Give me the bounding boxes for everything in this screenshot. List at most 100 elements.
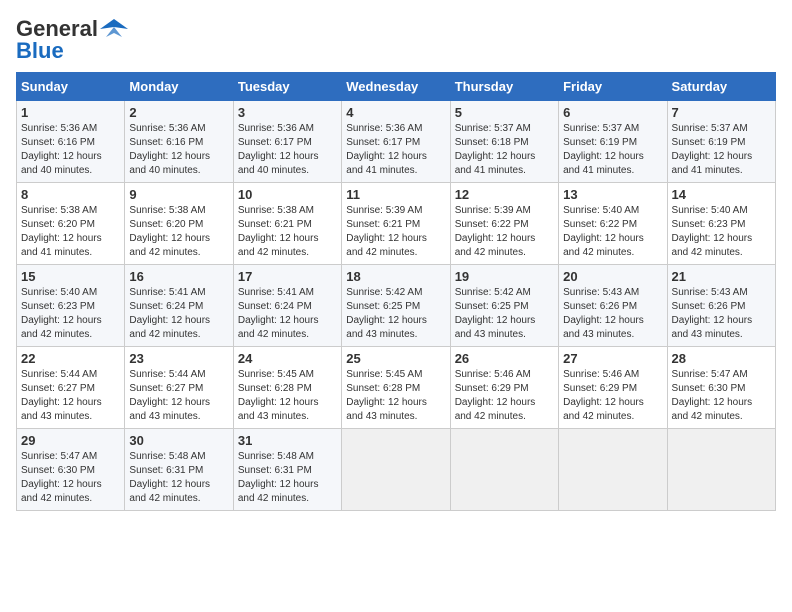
calendar-table: SundayMondayTuesdayWednesdayThursdayFrid… <box>16 72 776 511</box>
page-header: General Blue <box>16 16 776 64</box>
calendar-cell: 1 Sunrise: 5:36 AM Sunset: 6:16 PM Dayli… <box>17 101 125 183</box>
calendar-cell: 20 Sunrise: 5:43 AM Sunset: 6:26 PM Dayl… <box>559 265 667 347</box>
day-info: Sunrise: 5:46 AM Sunset: 6:29 PM Dayligh… <box>563 368 662 424</box>
day-number: 5 <box>455 105 554 120</box>
day-info: Sunrise: 5:39 AM Sunset: 6:21 PM Dayligh… <box>346 204 445 260</box>
day-info: Sunrise: 5:42 AM Sunset: 6:25 PM Dayligh… <box>455 286 554 342</box>
day-number: 12 <box>455 187 554 202</box>
day-number: 21 <box>672 269 771 284</box>
calendar-week-row: 22 Sunrise: 5:44 AM Sunset: 6:27 PM Dayl… <box>17 347 776 429</box>
day-number: 9 <box>129 187 228 202</box>
day-number: 19 <box>455 269 554 284</box>
calendar-cell: 31 Sunrise: 5:48 AM Sunset: 6:31 PM Dayl… <box>233 429 341 511</box>
day-number: 27 <box>563 351 662 366</box>
day-number: 29 <box>21 433 120 448</box>
day-info: Sunrise: 5:38 AM Sunset: 6:20 PM Dayligh… <box>21 204 120 260</box>
calendar-cell: 16 Sunrise: 5:41 AM Sunset: 6:24 PM Dayl… <box>125 265 233 347</box>
calendar-cell: 18 Sunrise: 5:42 AM Sunset: 6:25 PM Dayl… <box>342 265 450 347</box>
day-info: Sunrise: 5:39 AM Sunset: 6:22 PM Dayligh… <box>455 204 554 260</box>
day-number: 23 <box>129 351 228 366</box>
day-number: 3 <box>238 105 337 120</box>
calendar-cell: 30 Sunrise: 5:48 AM Sunset: 6:31 PM Dayl… <box>125 429 233 511</box>
day-info: Sunrise: 5:42 AM Sunset: 6:25 PM Dayligh… <box>346 286 445 342</box>
calendar-cell <box>450 429 558 511</box>
calendar-cell: 28 Sunrise: 5:47 AM Sunset: 6:30 PM Dayl… <box>667 347 775 429</box>
calendar-cell: 12 Sunrise: 5:39 AM Sunset: 6:22 PM Dayl… <box>450 183 558 265</box>
day-info: Sunrise: 5:47 AM Sunset: 6:30 PM Dayligh… <box>672 368 771 424</box>
day-number: 22 <box>21 351 120 366</box>
calendar-week-row: 15 Sunrise: 5:40 AM Sunset: 6:23 PM Dayl… <box>17 265 776 347</box>
day-info: Sunrise: 5:36 AM Sunset: 6:17 PM Dayligh… <box>346 122 445 178</box>
calendar-cell: 26 Sunrise: 5:46 AM Sunset: 6:29 PM Dayl… <box>450 347 558 429</box>
calendar-cell: 5 Sunrise: 5:37 AM Sunset: 6:18 PM Dayli… <box>450 101 558 183</box>
column-header-monday: Monday <box>125 73 233 101</box>
calendar-cell: 10 Sunrise: 5:38 AM Sunset: 6:21 PM Dayl… <box>233 183 341 265</box>
calendar-body: 1 Sunrise: 5:36 AM Sunset: 6:16 PM Dayli… <box>17 101 776 511</box>
day-number: 15 <box>21 269 120 284</box>
day-info: Sunrise: 5:40 AM Sunset: 6:22 PM Dayligh… <box>563 204 662 260</box>
calendar-week-row: 8 Sunrise: 5:38 AM Sunset: 6:20 PM Dayli… <box>17 183 776 265</box>
calendar-week-row: 29 Sunrise: 5:47 AM Sunset: 6:30 PM Dayl… <box>17 429 776 511</box>
day-number: 30 <box>129 433 228 448</box>
calendar-cell: 27 Sunrise: 5:46 AM Sunset: 6:29 PM Dayl… <box>559 347 667 429</box>
column-header-sunday: Sunday <box>17 73 125 101</box>
day-number: 16 <box>129 269 228 284</box>
calendar-cell: 6 Sunrise: 5:37 AM Sunset: 6:19 PM Dayli… <box>559 101 667 183</box>
day-number: 4 <box>346 105 445 120</box>
day-info: Sunrise: 5:45 AM Sunset: 6:28 PM Dayligh… <box>238 368 337 424</box>
logo-bird-icon <box>100 17 128 41</box>
calendar-cell: 7 Sunrise: 5:37 AM Sunset: 6:19 PM Dayli… <box>667 101 775 183</box>
column-header-saturday: Saturday <box>667 73 775 101</box>
day-number: 1 <box>21 105 120 120</box>
day-info: Sunrise: 5:41 AM Sunset: 6:24 PM Dayligh… <box>129 286 228 342</box>
day-info: Sunrise: 5:36 AM Sunset: 6:17 PM Dayligh… <box>238 122 337 178</box>
day-info: Sunrise: 5:44 AM Sunset: 6:27 PM Dayligh… <box>129 368 228 424</box>
day-number: 8 <box>21 187 120 202</box>
calendar-cell: 23 Sunrise: 5:44 AM Sunset: 6:27 PM Dayl… <box>125 347 233 429</box>
day-info: Sunrise: 5:45 AM Sunset: 6:28 PM Dayligh… <box>346 368 445 424</box>
column-header-tuesday: Tuesday <box>233 73 341 101</box>
day-info: Sunrise: 5:40 AM Sunset: 6:23 PM Dayligh… <box>672 204 771 260</box>
calendar-header-row: SundayMondayTuesdayWednesdayThursdayFrid… <box>17 73 776 101</box>
day-number: 20 <box>563 269 662 284</box>
calendar-cell: 9 Sunrise: 5:38 AM Sunset: 6:20 PM Dayli… <box>125 183 233 265</box>
calendar-cell: 21 Sunrise: 5:43 AM Sunset: 6:26 PM Dayl… <box>667 265 775 347</box>
day-number: 25 <box>346 351 445 366</box>
day-number: 18 <box>346 269 445 284</box>
calendar-cell <box>559 429 667 511</box>
column-header-thursday: Thursday <box>450 73 558 101</box>
logo-blue: Blue <box>16 38 64 64</box>
day-info: Sunrise: 5:37 AM Sunset: 6:19 PM Dayligh… <box>672 122 771 178</box>
day-info: Sunrise: 5:48 AM Sunset: 6:31 PM Dayligh… <box>238 450 337 506</box>
calendar-cell: 15 Sunrise: 5:40 AM Sunset: 6:23 PM Dayl… <box>17 265 125 347</box>
calendar-cell <box>667 429 775 511</box>
day-number: 11 <box>346 187 445 202</box>
day-number: 14 <box>672 187 771 202</box>
day-info: Sunrise: 5:47 AM Sunset: 6:30 PM Dayligh… <box>21 450 120 506</box>
day-number: 2 <box>129 105 228 120</box>
day-info: Sunrise: 5:43 AM Sunset: 6:26 PM Dayligh… <box>672 286 771 342</box>
day-number: 10 <box>238 187 337 202</box>
day-info: Sunrise: 5:48 AM Sunset: 6:31 PM Dayligh… <box>129 450 228 506</box>
calendar-cell: 29 Sunrise: 5:47 AM Sunset: 6:30 PM Dayl… <box>17 429 125 511</box>
calendar-cell: 24 Sunrise: 5:45 AM Sunset: 6:28 PM Dayl… <box>233 347 341 429</box>
calendar-week-row: 1 Sunrise: 5:36 AM Sunset: 6:16 PM Dayli… <box>17 101 776 183</box>
day-number: 28 <box>672 351 771 366</box>
day-number: 6 <box>563 105 662 120</box>
day-number: 31 <box>238 433 337 448</box>
day-info: Sunrise: 5:36 AM Sunset: 6:16 PM Dayligh… <box>129 122 228 178</box>
day-number: 24 <box>238 351 337 366</box>
column-header-wednesday: Wednesday <box>342 73 450 101</box>
day-number: 7 <box>672 105 771 120</box>
calendar-cell: 11 Sunrise: 5:39 AM Sunset: 6:21 PM Dayl… <box>342 183 450 265</box>
day-info: Sunrise: 5:38 AM Sunset: 6:20 PM Dayligh… <box>129 204 228 260</box>
day-number: 17 <box>238 269 337 284</box>
calendar-cell: 25 Sunrise: 5:45 AM Sunset: 6:28 PM Dayl… <box>342 347 450 429</box>
day-info: Sunrise: 5:37 AM Sunset: 6:18 PM Dayligh… <box>455 122 554 178</box>
calendar-cell: 4 Sunrise: 5:36 AM Sunset: 6:17 PM Dayli… <box>342 101 450 183</box>
day-info: Sunrise: 5:46 AM Sunset: 6:29 PM Dayligh… <box>455 368 554 424</box>
calendar-cell: 19 Sunrise: 5:42 AM Sunset: 6:25 PM Dayl… <box>450 265 558 347</box>
calendar-cell: 14 Sunrise: 5:40 AM Sunset: 6:23 PM Dayl… <box>667 183 775 265</box>
calendar-cell: 8 Sunrise: 5:38 AM Sunset: 6:20 PM Dayli… <box>17 183 125 265</box>
calendar-cell: 22 Sunrise: 5:44 AM Sunset: 6:27 PM Dayl… <box>17 347 125 429</box>
